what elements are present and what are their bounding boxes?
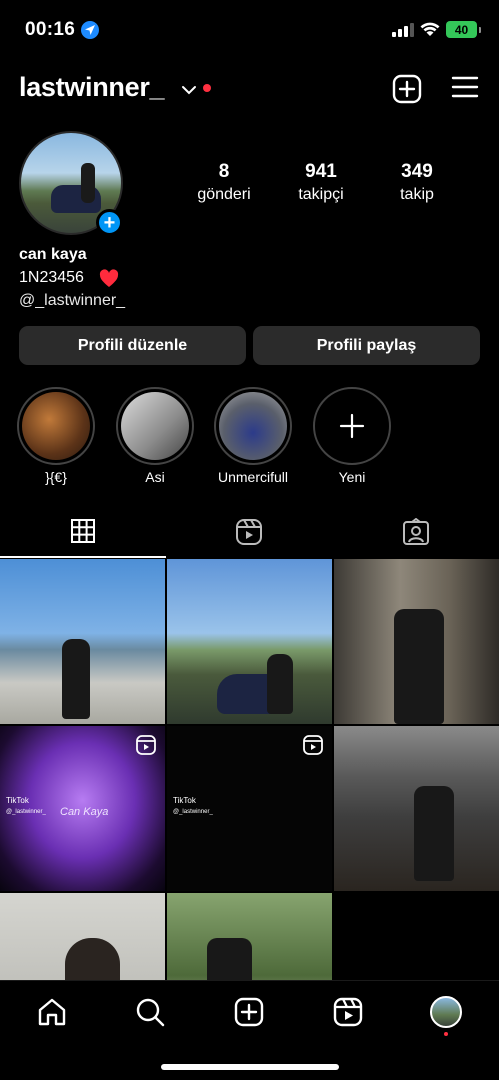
tab-tagged[interactable]	[333, 510, 499, 558]
highlight-cover	[22, 392, 90, 460]
location-arrow-icon	[81, 21, 99, 39]
reels-icon[interactable]	[332, 996, 364, 1028]
notification-dot	[203, 84, 211, 92]
chevron-down-icon[interactable]	[181, 82, 197, 100]
reels-icon	[236, 519, 262, 545]
cellular-signal-icon	[392, 23, 414, 37]
create-post-button[interactable]	[392, 74, 422, 104]
plus-icon	[339, 413, 365, 439]
highlight-item[interactable]: Asi	[116, 387, 194, 485]
bio-text: 1N23456	[19, 269, 84, 286]
tagged-person-icon	[403, 518, 429, 545]
edit-profile-button[interactable]: Profili düzenle	[19, 326, 246, 365]
red-heart-icon	[99, 269, 119, 293]
post-thumbnail[interactable]	[167, 559, 332, 724]
profile-header: lastwinner_	[0, 68, 499, 110]
tiktok-watermark: TikTok @_lastwinner_	[6, 796, 46, 815]
highlight-cover	[121, 392, 189, 460]
search-icon[interactable]	[134, 996, 166, 1028]
reels-badge-icon	[136, 735, 156, 760]
highlight-item[interactable]: Unmercifull	[214, 387, 292, 485]
reel-thumbnail[interactable]: TikTok @_lastwinner_ Can Kaya	[0, 726, 165, 891]
share-profile-button[interactable]: Profili paylaş	[253, 326, 480, 365]
notification-dot	[444, 1032, 448, 1036]
highlight-label: Yeni	[338, 469, 366, 485]
tab-posts-grid[interactable]	[0, 510, 166, 558]
battery-indicator: 40	[446, 21, 481, 38]
status-time: 00:16	[25, 19, 76, 40]
neon-lamp-text: Can Kaya	[60, 806, 109, 818]
following-count[interactable]: 349 takip	[372, 161, 462, 204]
post-thumbnail[interactable]	[0, 559, 165, 724]
grid-icon	[71, 519, 95, 543]
avatar	[430, 996, 462, 1028]
profile-bio: 1N23456	[19, 269, 84, 287]
hamburger-menu-icon[interactable]	[451, 74, 481, 104]
reel-thumbnail[interactable]: TikTok @_lastwinner_	[167, 726, 332, 891]
tab-reels[interactable]	[166, 510, 332, 558]
highlight-cover	[219, 392, 287, 460]
tiktok-watermark: TikTok @_lastwinner_	[173, 796, 213, 815]
username-title[interactable]: lastwinner_	[19, 72, 165, 103]
threads-handle[interactable]: @_lastwinner_	[19, 292, 125, 310]
home-icon[interactable]	[36, 996, 68, 1028]
posts-count[interactable]: 8 gönderi	[179, 161, 269, 204]
post-thumbnail[interactable]	[334, 726, 499, 891]
wifi-icon	[419, 20, 441, 42]
followers-count[interactable]: 941 takipçi	[276, 161, 366, 204]
home-indicator[interactable]	[161, 1064, 339, 1070]
profile-tabs	[0, 510, 499, 558]
create-icon[interactable]	[233, 996, 265, 1028]
status-bar: 00:16 40	[0, 0, 499, 58]
profile-avatar-tab[interactable]	[430, 996, 462, 1036]
profile-name: can kaya	[19, 246, 87, 263]
add-story-plus-icon[interactable]: +	[96, 209, 123, 236]
highlight-item[interactable]: }{€}	[17, 387, 95, 485]
post-thumbnail[interactable]	[334, 559, 499, 724]
reels-badge-icon	[303, 735, 323, 760]
new-highlight-button[interactable]: Yeni	[313, 387, 391, 485]
